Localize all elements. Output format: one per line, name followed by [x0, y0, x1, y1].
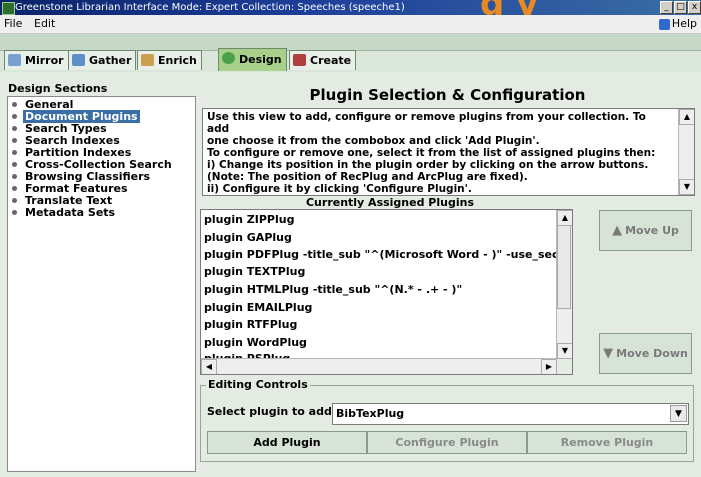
- create-icon: [293, 54, 306, 66]
- menu-bar: File Edit Help: [0, 15, 701, 34]
- design-icon: [222, 52, 235, 64]
- tab-enrich[interactable]: Enrich: [137, 50, 202, 70]
- bullet-icon: [12, 149, 17, 155]
- scroll-down-icon[interactable]: ▼: [679, 179, 694, 195]
- menu-edit[interactable]: Edit: [34, 17, 55, 30]
- description-text-area[interactable]: Use this view to add, configure or remov…: [202, 108, 695, 196]
- description-line: Use this view to add, configure or remov…: [207, 111, 646, 135]
- bullet-icon: [12, 173, 17, 179]
- app-icon: [2, 2, 15, 15]
- bullet-icon: [12, 101, 17, 107]
- tab-enrich-label: Enrich: [158, 54, 197, 67]
- window-title: Greenstone Librarian Interface Mode: Exp…: [15, 2, 405, 13]
- editing-controls-title: Editing Controls: [206, 378, 310, 391]
- title-bar: Greenstone Librarian Interface Mode: Exp…: [0, 0, 701, 15]
- help-icon: [658, 18, 670, 30]
- tab-mirror[interactable]: Mirror: [4, 50, 69, 70]
- bullet-icon: [12, 137, 17, 143]
- list-item[interactable]: plugin PDFPlug -title_sub "^(Microsoft W…: [204, 246, 568, 264]
- description-line: To configure or remove one, select it fr…: [207, 147, 656, 159]
- configure-plugin-button[interactable]: Configure Plugin: [367, 431, 527, 454]
- scroll-up-icon[interactable]: ▲: [557, 210, 572, 226]
- move-down-label: Move Down: [616, 347, 688, 360]
- description-text: Use this view to add, configure or remov…: [207, 111, 669, 195]
- page-title: Plugin Selection & Configuration: [309, 86, 586, 104]
- bullet-icon: [12, 185, 17, 191]
- list-item[interactable]: plugin ZIPPlug: [204, 211, 294, 229]
- tab-design-label: Design: [239, 53, 282, 66]
- menu-file[interactable]: File: [4, 17, 22, 30]
- description-line: (Note: The position of RecPlug and ArcPl…: [207, 171, 528, 183]
- sidebar-item-metadata-sets[interactable]: Metadata Sets: [12, 207, 117, 219]
- description-line: i) Change its position in the plugin ord…: [207, 159, 649, 171]
- list-item[interactable]: plugin HTMLPlug -title_sub "^(N.* - .+ -…: [204, 281, 462, 299]
- select-plugin-label: Select plugin to add:: [207, 405, 337, 418]
- scroll-up-icon[interactable]: ▲: [679, 109, 694, 125]
- maximize-button[interactable]: □: [674, 1, 687, 14]
- tab-create-label: Create: [310, 54, 352, 67]
- assigned-plugins-list[interactable]: plugin ZIPPlug plugin GAPlug plugin PDFP…: [200, 209, 573, 375]
- add-plugin-button[interactable]: Add Plugin: [207, 431, 367, 454]
- tab-gather-label: Gather: [89, 54, 132, 67]
- menu-help[interactable]: Help: [658, 17, 697, 30]
- window-controls: _ □ x: [659, 1, 701, 15]
- list-item[interactable]: plugin RTFPlug: [204, 316, 297, 334]
- mirror-icon: [8, 54, 21, 66]
- remove-plugin-button[interactable]: Remove Plugin: [527, 431, 687, 454]
- arrow-up-icon: ▲: [612, 223, 623, 238]
- assigned-plugins-label: Currently Assigned Plugins: [305, 196, 474, 209]
- sidebar-item-label: Metadata Sets: [25, 206, 116, 219]
- bullet-icon: [12, 161, 17, 167]
- bullet-icon: [12, 125, 17, 131]
- enrich-icon: [141, 54, 154, 66]
- list-item[interactable]: plugin EMAILPlug: [204, 299, 312, 317]
- plugins-horizontal-scrollbar[interactable]: ◀ ▶: [201, 358, 557, 374]
- tab-gather[interactable]: Gather: [68, 50, 137, 70]
- bullet-icon: [12, 209, 17, 215]
- design-sections-list[interactable]: General Document Plugins Search Types Se…: [7, 96, 196, 472]
- list-item[interactable]: plugin TEXTPlug: [204, 263, 305, 281]
- arrow-down-icon: ▼: [603, 346, 614, 361]
- minimize-button[interactable]: _: [660, 1, 673, 14]
- scroll-corner: [557, 359, 572, 374]
- tab-create[interactable]: Create: [289, 50, 357, 70]
- scroll-thumb[interactable]: [557, 225, 571, 309]
- gather-icon: [72, 54, 85, 66]
- move-up-label: Move Up: [625, 224, 679, 237]
- chevron-down-icon[interactable]: ▼: [670, 405, 687, 422]
- tab-design[interactable]: Design: [218, 48, 287, 71]
- description-scrollbar[interactable]: ▲ ▼: [678, 109, 694, 195]
- scroll-left-icon[interactable]: ◀: [201, 359, 217, 374]
- bullet-icon: [12, 197, 17, 203]
- plugin-select-value: BibTexPlug: [336, 407, 405, 420]
- move-down-button[interactable]: ▼ Move Down: [599, 333, 692, 374]
- plugin-select[interactable]: BibTexPlug ▼: [332, 403, 689, 425]
- description-line: one choose it from the combobox and clic…: [207, 135, 540, 147]
- bullet-icon: [12, 113, 17, 119]
- design-sections-title: Design Sections: [8, 82, 108, 95]
- tab-mirror-label: Mirror: [25, 54, 64, 67]
- scroll-right-icon[interactable]: ▶: [541, 359, 557, 374]
- list-item[interactable]: plugin GAPlug: [204, 229, 292, 247]
- close-button[interactable]: x: [688, 1, 701, 14]
- plugins-vertical-scrollbar[interactable]: ▲ ▼: [556, 210, 572, 359]
- description-line: ii) Configure it by clicking 'Configure …: [207, 183, 472, 195]
- move-up-button[interactable]: ▲ Move Up: [599, 210, 692, 251]
- scroll-down-icon[interactable]: ▼: [557, 343, 572, 359]
